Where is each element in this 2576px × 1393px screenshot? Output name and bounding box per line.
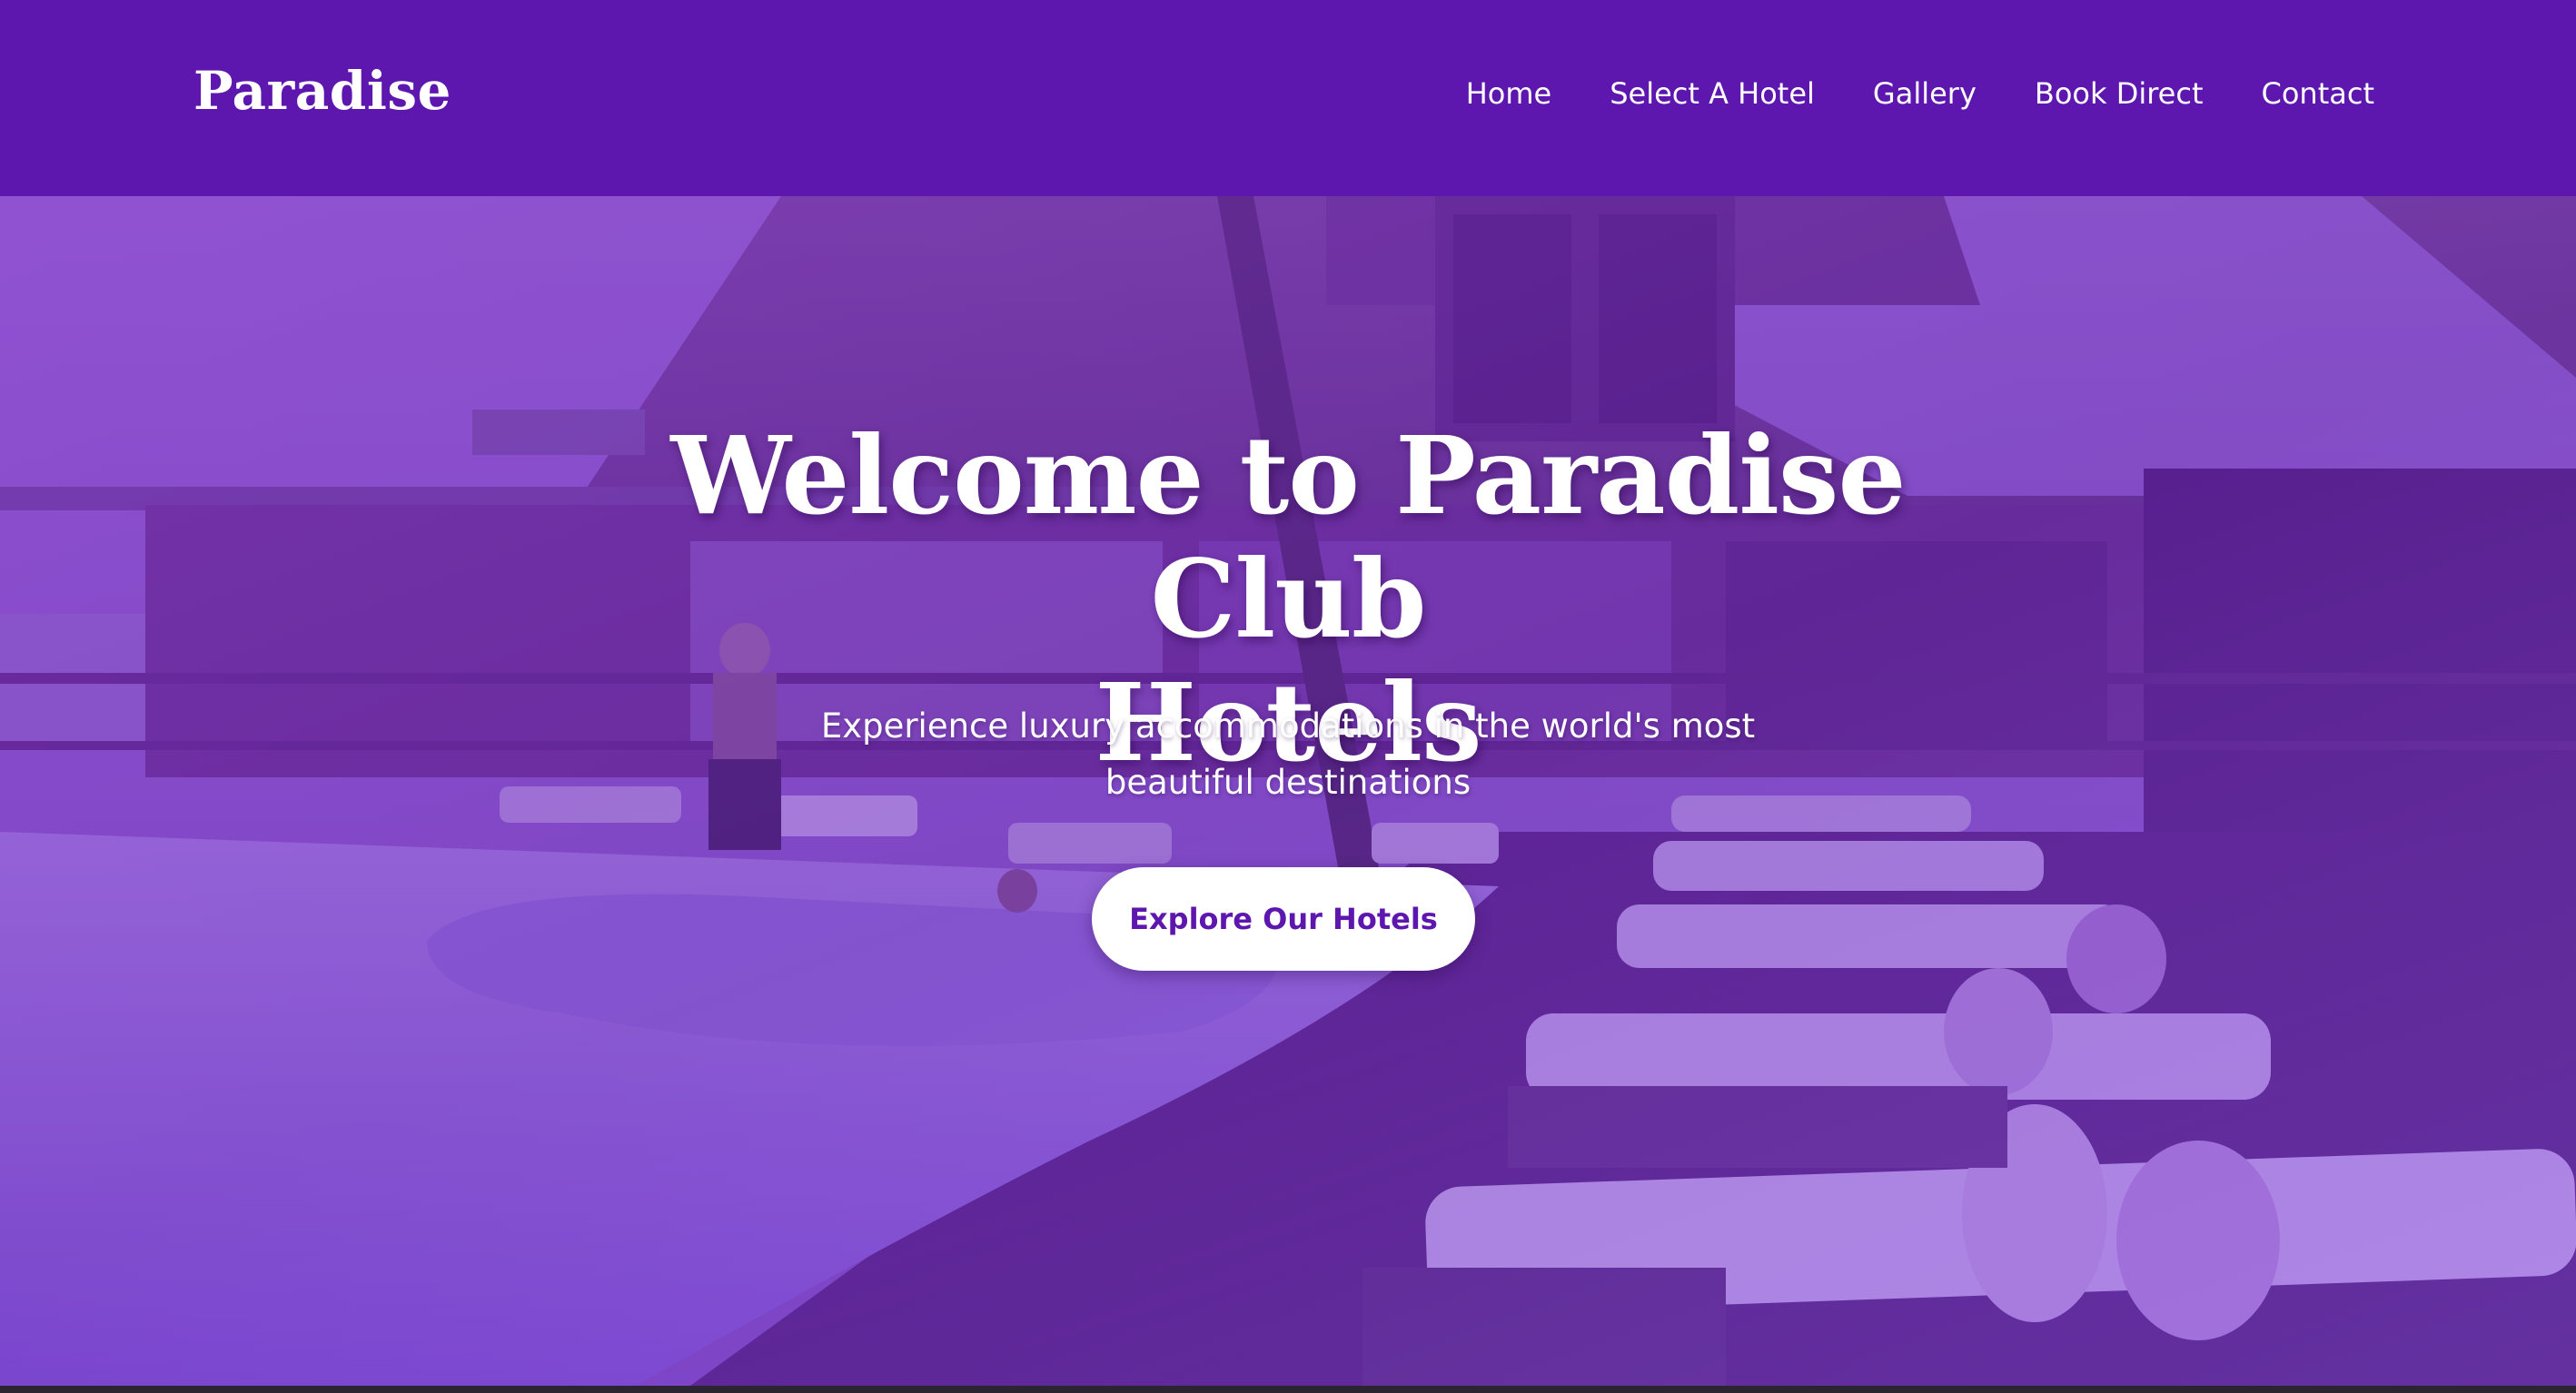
nav-item-book-direct: Book Direct	[2035, 76, 2204, 111]
brand-logo[interactable]: Paradise	[193, 60, 451, 122]
hero-subtitle-line-2: beautiful destinations	[1105, 763, 1471, 802]
hero-subtitle: Experience luxury accommodations in the …	[743, 698, 1833, 811]
hero-subtitle-line-1: Experience luxury accommodations in the …	[820, 706, 1756, 746]
nav-link-contact[interactable]: Contact	[2262, 76, 2375, 111]
nav-link-gallery[interactable]: Gallery	[1873, 76, 1977, 111]
hero-title-line-1: Welcome to Paradise Club	[670, 412, 1906, 662]
nav-link-home[interactable]: Home	[1466, 76, 1552, 111]
nav-link-book-direct[interactable]: Book Direct	[2035, 76, 2204, 111]
nav-link-select-hotel[interactable]: Select A Hotel	[1610, 76, 1815, 111]
bottom-edge	[0, 1386, 2576, 1393]
page: Paradise Home Select A Hotel Gallery Boo…	[0, 0, 2576, 1393]
explore-hotels-button[interactable]: Explore Our Hotels	[1092, 867, 1475, 971]
nav-item-gallery: Gallery	[1873, 76, 1977, 111]
navbar: Paradise Home Select A Hotel Gallery Boo…	[0, 0, 2576, 196]
nav-menu: Home Select A Hotel Gallery Book Direct …	[1466, 76, 2374, 111]
nav-item-select-hotel: Select A Hotel	[1610, 76, 1815, 111]
hero-section: Welcome to Paradise Club Hotels Experien…	[0, 196, 2576, 1386]
nav-item-contact: Contact	[2262, 76, 2375, 111]
nav-item-home: Home	[1466, 76, 1552, 111]
